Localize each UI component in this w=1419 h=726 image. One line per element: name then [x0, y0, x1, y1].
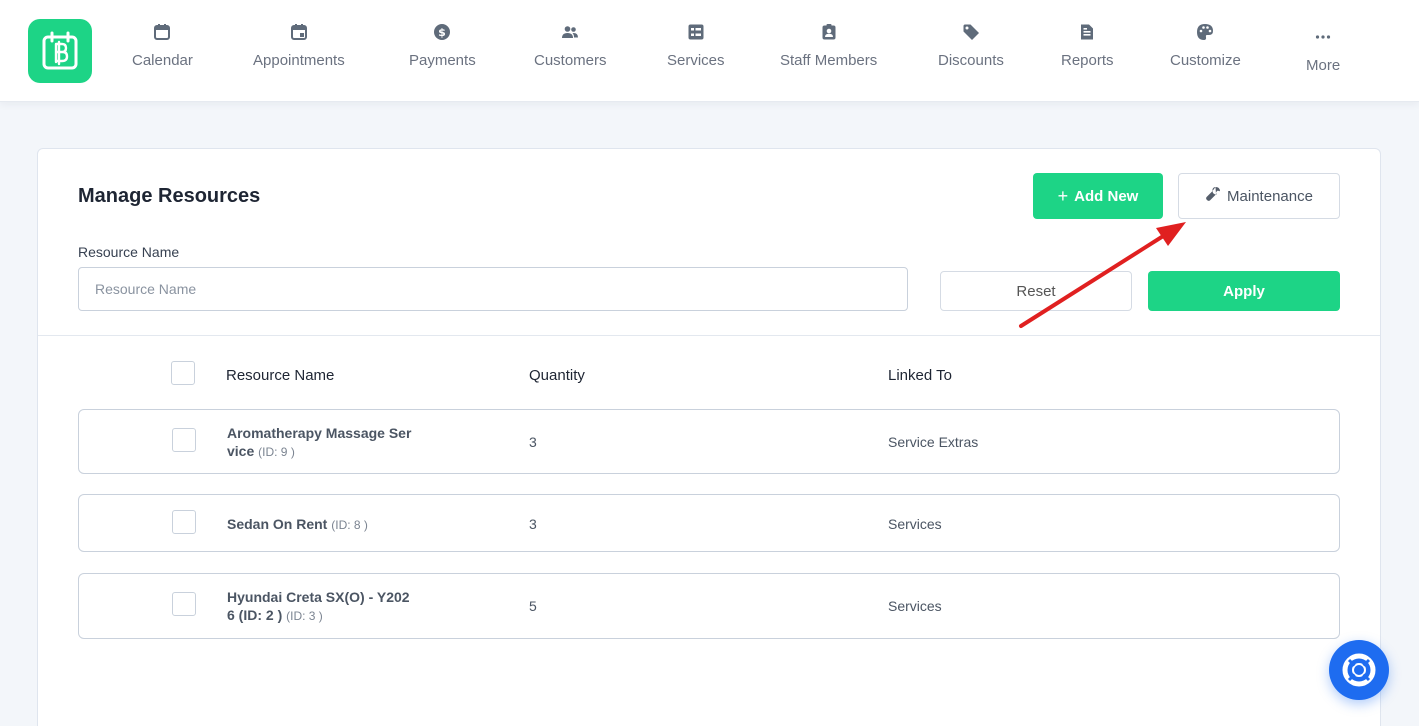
nav-staff-members[interactable]: Staff Members [780, 22, 877, 69]
logo-icon [42, 31, 78, 70]
app-logo[interactable] [28, 19, 92, 83]
calendar-icon [152, 22, 172, 42]
resource-linked: Service Extras [888, 434, 979, 450]
row-checkbox[interactable] [172, 428, 196, 452]
nav-services[interactable]: Services [667, 22, 725, 69]
nav-label: Appointments [253, 52, 345, 69]
report-icon [1077, 22, 1097, 42]
nav-label: Payments [409, 52, 476, 69]
resource-name-cont: vice [227, 443, 255, 459]
nav-discounts[interactable]: Discounts [938, 22, 1004, 69]
resource-name-cont: 6 (ID: 2 ) [227, 607, 283, 623]
list-icon [686, 22, 706, 42]
tag-icon [961, 22, 981, 42]
table-row[interactable]: Hyundai Creta SX(O) - Y202 6 (ID: 2 ) (I… [78, 573, 1340, 639]
resource-name: Sedan On Rent (ID: 8 ) [227, 515, 368, 534]
resource-name-input[interactable] [78, 267, 908, 311]
maintenance-button[interactable]: Maintenance [1178, 173, 1340, 219]
nav-payments[interactable]: $ Payments [409, 22, 476, 69]
calendar-check-icon [289, 22, 309, 42]
resource-name: Hyundai Creta SX(O) - Y202 6 (ID: 2 ) (I… [227, 588, 410, 625]
palette-icon [1195, 22, 1215, 42]
row-checkbox[interactable] [172, 510, 196, 534]
nav-label: Discounts [938, 52, 1004, 69]
divider [38, 335, 1380, 336]
reset-button[interactable]: Reset [940, 271, 1132, 311]
nav-label: Reports [1061, 52, 1114, 69]
resource-id: (ID: 9 ) [258, 445, 295, 459]
nav-label: Staff Members [780, 52, 878, 69]
resource-id: (ID: 8 ) [331, 518, 368, 532]
table-row[interactable]: Sedan On Rent (ID: 8 ) 3 Services [78, 494, 1340, 552]
badge-icon [819, 22, 839, 42]
nav-appointments[interactable]: Appointments [253, 22, 345, 69]
plus-icon: + [1057, 186, 1069, 206]
resource-name-line1: Aromatherapy Massage Ser [227, 425, 412, 441]
nav-customers[interactable]: Customers [534, 22, 607, 69]
select-all-checkbox[interactable] [171, 361, 195, 385]
resource-quantity: 3 [529, 434, 537, 450]
column-header-name: Resource Name [226, 367, 335, 384]
apply-button[interactable]: Apply [1148, 271, 1340, 311]
table-row[interactable]: Aromatherapy Massage Ser vice (ID: 9 ) 3… [78, 409, 1340, 474]
resource-name-line2: vice (ID: 9 ) [227, 442, 411, 461]
nav-reports[interactable]: Reports [1061, 22, 1114, 69]
resource-linked: Services [888, 598, 942, 614]
resource-name-label: Resource Name [78, 244, 180, 260]
resource-id: (ID: 3 ) [286, 609, 323, 623]
nav-label: Calendar [132, 52, 193, 69]
help-button[interactable] [1329, 640, 1389, 700]
add-new-button[interactable]: + Add New [1033, 173, 1163, 219]
resource-name-line2: 6 (ID: 2 ) (ID: 3 ) [227, 606, 410, 625]
nav-label: Services [667, 52, 725, 69]
resource-linked: Services [888, 516, 942, 532]
column-header-quantity: Quantity [529, 367, 585, 384]
more-icon [1313, 27, 1333, 47]
nav-label: Customers [534, 52, 607, 69]
dollar-circle-icon: $ [432, 22, 452, 42]
column-header-linked: Linked To [888, 367, 952, 384]
resource-name-line1: Sedan On Rent [227, 516, 328, 532]
users-icon [560, 22, 580, 42]
top-navbar: Calendar Appointments $ Payments Custome… [0, 0, 1419, 102]
resource-name-line1: Hyundai Creta SX(O) - Y202 [227, 589, 410, 605]
resource-quantity: 5 [529, 598, 537, 614]
svg-text:$: $ [439, 26, 447, 39]
nav-label: More [1306, 57, 1341, 74]
nav-calendar[interactable]: Calendar [132, 22, 193, 69]
wrench-icon [1205, 186, 1221, 206]
resource-name: Aromatherapy Massage Ser vice (ID: 9 ) [227, 424, 411, 461]
row-checkbox[interactable] [172, 592, 196, 616]
page-title: Manage Resources [78, 185, 261, 207]
nav-more[interactable]: More [1306, 27, 1340, 74]
nav-label: Customize [1170, 52, 1241, 69]
resource-quantity: 3 [529, 516, 537, 532]
resources-card: Manage Resources + Add New Maintenance R… [37, 148, 1381, 726]
maintenance-label: Maintenance [1227, 187, 1313, 205]
nav-customize[interactable]: Customize [1170, 22, 1241, 69]
add-new-label: Add New [1074, 187, 1139, 205]
lifebuoy-icon [1342, 653, 1376, 687]
